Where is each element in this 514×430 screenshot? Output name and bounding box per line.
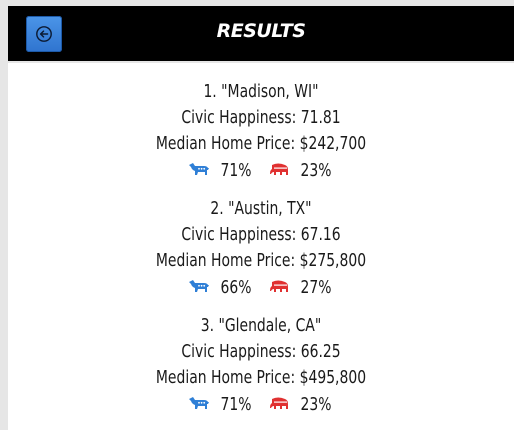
result-rank-city: 1. "Madison, WI" [203,81,319,102]
party-split: 71% 23% [8,157,514,183]
result-median-home-price: Median Home Price: $242,700 [155,133,367,154]
result-civic-happiness: Civic Happiness: 67.16 [181,224,341,245]
page-title: RESULTS [216,20,306,42]
democrat-percentage: 71% [220,159,252,181]
republican-percentage: 27% [300,276,332,298]
democrat-donkey-icon [189,397,209,409]
democrat-donkey-icon [189,280,209,292]
results-list: 1. "Madison, WI" Civic Happiness: 71.81 … [8,63,514,430]
republican-percentage: 23% [300,393,332,415]
democrat-percentage: 71% [220,393,252,415]
result-rank-city: 2. "Austin, TX" [210,198,312,219]
republican-elephant-icon [270,163,288,175]
result-median-home-price: Median Home Price: $495,800 [155,367,367,388]
result-item: 1. "Madison, WI" Civic Happiness: 71.81 … [8,79,514,183]
app-frame: RESULTS 1. "Madison, WI" Civic Happiness… [0,0,514,430]
header-bar: RESULTS [8,6,514,61]
result-civic-happiness: Civic Happiness: 66.25 [181,341,341,362]
republican-percentage: 23% [300,159,332,181]
result-item: 3. "Glendale, CA" Civic Happiness: 66.25… [8,313,514,417]
republican-elephant-icon [270,397,288,409]
democrat-percentage: 66% [220,276,252,298]
result-median-home-price: Median Home Price: $275,800 [155,250,367,271]
republican-elephant-icon [270,280,288,292]
result-civic-happiness: Civic Happiness: 71.81 [181,107,341,128]
party-split: 66% 27% [8,274,514,300]
result-item: 2. "Austin, TX" Civic Happiness: 67.16 M… [8,196,514,300]
democrat-donkey-icon [189,163,209,175]
party-split: 71% 23% [8,391,514,417]
result-rank-city: 3. "Glendale, CA" [200,315,322,336]
